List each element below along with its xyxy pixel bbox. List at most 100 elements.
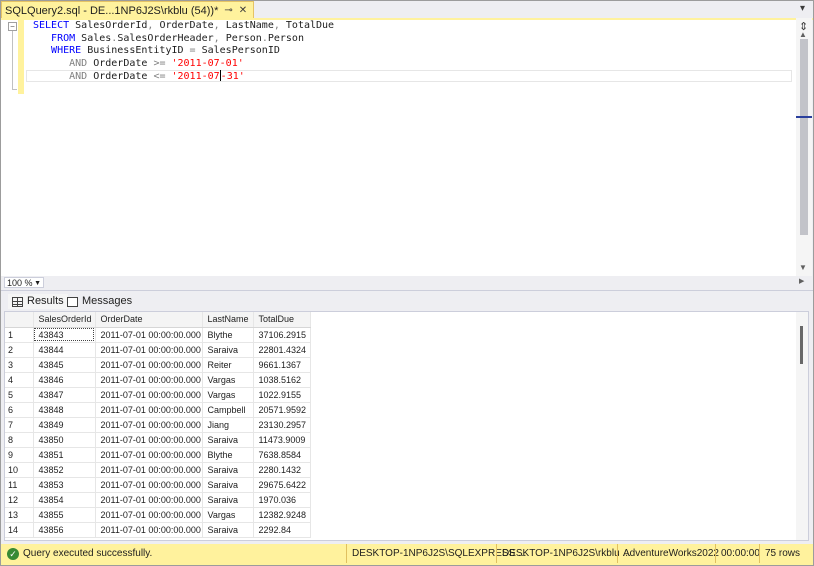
column-header[interactable]: LastName [202, 312, 254, 328]
row-number[interactable]: 6 [5, 402, 34, 418]
column-header[interactable]: OrderDate [95, 312, 203, 328]
table-cell[interactable]: 2011-07-01 00:00:00.000 [95, 342, 203, 358]
row-number[interactable]: 9 [5, 447, 34, 463]
table-cell[interactable]: Reiter [202, 357, 254, 373]
grid-corner-cell[interactable] [5, 312, 34, 328]
table-cell[interactable]: 2011-07-01 00:00:00.000 [95, 327, 203, 343]
editor-vertical-scrollbar[interactable]: ⇕ ▲ ▼ [796, 18, 812, 276]
table-cell[interactable]: 1038.5162 [253, 372, 311, 388]
table-cell[interactable]: Campbell [202, 402, 254, 418]
table-cell[interactable]: 37106.2915 [253, 327, 311, 343]
table-cell[interactable]: 29675.6422 [253, 477, 311, 493]
row-number[interactable]: 8 [5, 432, 34, 448]
collapse-icon[interactable]: − [8, 22, 17, 31]
table-cell[interactable]: 2280.1432 [253, 462, 311, 478]
table-cell[interactable]: Blythe [202, 327, 254, 343]
column-header[interactable]: TotalDue [253, 312, 311, 328]
tab-messages[interactable]: Messages [63, 294, 136, 309]
table-cell[interactable]: 43844 [33, 342, 96, 358]
table-cell[interactable]: 2011-07-01 00:00:00.000 [95, 372, 203, 388]
row-number[interactable]: 4 [5, 372, 34, 388]
table-row[interactable]: 3 43845 2011-07-01 00:00:00.000 Reiter 9661.… [5, 357, 311, 373]
table-row[interactable]: 11 43853 2011-07-01 00:00:00.000 Saraiva 296… [5, 477, 311, 493]
table-cell[interactable]: 2011-07-01 00:00:00.000 [95, 492, 203, 508]
table-row[interactable]: 4 43846 2011-07-01 00:00:00.000 Vargas 1038.… [5, 372, 311, 388]
table-row[interactable]: 9 43851 2011-07-01 00:00:00.000 Blythe 7638.… [5, 447, 311, 463]
table-cell[interactable]: 43847 [33, 387, 96, 403]
code-line[interactable]: SELECT SalesOrderId, OrderDate, LastName… [33, 20, 334, 33]
table-cell[interactable]: 2011-07-01 00:00:00.000 [95, 447, 203, 463]
table-cell[interactable]: Saraiva [202, 342, 254, 358]
table-row[interactable]: 12 43854 2011-07-01 00:00:00.000 Saraiva 197… [5, 492, 311, 508]
tab-results[interactable]: Results [8, 294, 68, 309]
table-cell[interactable]: 43852 [33, 462, 96, 478]
table-cell[interactable]: 2011-07-01 00:00:00.000 [95, 417, 203, 433]
editor-horizontal-scrollbar[interactable] [49, 278, 794, 288]
results-grid[interactable]: SalesOrderId OrderDate LastName TotalDue 14… [4, 311, 809, 541]
table-cell[interactable]: 2011-07-01 00:00:00.000 [95, 507, 203, 523]
table-cell[interactable]: 1970.036 [253, 492, 311, 508]
table-cell[interactable]: Vargas [202, 387, 254, 403]
table-cell[interactable]: 43856 [33, 522, 96, 538]
table-cell[interactable]: 22801.4324 [253, 342, 311, 358]
row-number[interactable]: 13 [5, 507, 34, 523]
row-number[interactable]: 7 [5, 417, 34, 433]
code-line[interactable]: WHERE BusinessEntityID = SalesPersonID [33, 45, 334, 58]
table-cell[interactable]: 43854 [33, 492, 96, 508]
table-row[interactable]: 14 43856 2011-07-01 00:00:00.000 Saraiva 229… [5, 522, 311, 538]
table-cell[interactable]: Vargas [202, 372, 254, 388]
table-cell[interactable]: 2011-07-01 00:00:00.000 [95, 477, 203, 493]
table-cell[interactable]: 43849 [33, 417, 96, 433]
table-cell[interactable]: 43851 [33, 447, 96, 463]
code-line[interactable]: FROM Sales.SalesOrderHeader, Person.Pers… [33, 33, 334, 46]
table-cell[interactable]: 43855 [33, 507, 96, 523]
table-cell[interactable]: 2292.84 [253, 522, 311, 538]
table-row[interactable]: 1 43843 2011-07-01 00:00:00.000 Blythe 37106… [5, 327, 311, 343]
table-cell[interactable]: 43846 [33, 372, 96, 388]
table-cell[interactable]: Saraiva [202, 522, 254, 538]
table-row[interactable]: 6 43848 2011-07-01 00:00:00.000 Campbell 205… [5, 402, 311, 418]
table-row[interactable]: 7 43849 2011-07-01 00:00:00.000 Jiang 23130.… [5, 417, 311, 433]
scroll-thumb[interactable] [800, 39, 808, 235]
row-number[interactable]: 3 [5, 357, 34, 373]
row-number[interactable]: 2 [5, 342, 34, 358]
sql-code[interactable]: SELECT SalesOrderId, OrderDate, LastName… [33, 20, 334, 83]
table-row[interactable]: 13 43855 2011-07-01 00:00:00.000 Vargas 1238… [5, 507, 311, 523]
zoom-select[interactable]: 100 % ▼ [4, 277, 44, 288]
table-cell[interactable]: 20571.9592 [253, 402, 311, 418]
document-tab[interactable]: SQLQuery2.sql - DE...1NP6J2S\rkblu (54))… [1, 1, 255, 19]
row-number[interactable]: 5 [5, 387, 34, 403]
table-cell[interactable]: Vargas [202, 507, 254, 523]
grid-scroll-thumb[interactable] [800, 326, 803, 364]
pin-icon[interactable]: ⊸ [224, 3, 232, 19]
scroll-up-icon[interactable]: ▲ [799, 30, 807, 39]
row-number[interactable]: 1 [5, 327, 34, 343]
scroll-right-icon[interactable]: ▶ [799, 277, 804, 285]
table-cell[interactable]: 2011-07-01 00:00:00.000 [95, 522, 203, 538]
table-cell[interactable]: 2011-07-01 00:00:00.000 [95, 432, 203, 448]
grid-vertical-scrollbar[interactable] [796, 312, 808, 540]
table-cell[interactable]: 2011-07-01 00:00:00.000 [95, 402, 203, 418]
code-line[interactable]: AND OrderDate >= '2011-07-01' [33, 58, 334, 71]
close-icon[interactable]: ✕ [239, 3, 247, 19]
table-cell[interactable]: 43843 [33, 327, 96, 343]
table-cell[interactable]: Blythe [202, 447, 254, 463]
table-cell[interactable]: Saraiva [202, 492, 254, 508]
table-cell[interactable]: 11473.9009 [253, 432, 311, 448]
column-header[interactable]: SalesOrderId [33, 312, 96, 328]
table-cell[interactable]: 43850 [33, 432, 96, 448]
row-number[interactable]: 11 [5, 477, 34, 493]
table-row[interactable]: 8 43850 2011-07-01 00:00:00.000 Saraiva 1147… [5, 432, 311, 448]
table-cell[interactable]: 12382.9248 [253, 507, 311, 523]
query-editor[interactable]: − SELECT SalesOrderId, OrderDate, LastNa… [1, 20, 796, 276]
tab-list-dropdown-icon[interactable]: ▾ [800, 3, 805, 14]
table-cell[interactable]: Jiang [202, 417, 254, 433]
table-cell[interactable]: 43845 [33, 357, 96, 373]
table-cell[interactable]: 43853 [33, 477, 96, 493]
table-cell[interactable]: 23130.2957 [253, 417, 311, 433]
table-cell[interactable]: Saraiva [202, 477, 254, 493]
table-cell[interactable]: 2011-07-01 00:00:00.000 [95, 387, 203, 403]
table-row[interactable]: 10 43852 2011-07-01 00:00:00.000 Saraiva 228… [5, 462, 311, 478]
scroll-down-icon[interactable]: ▼ [799, 263, 807, 272]
table-cell[interactable]: 1022.9155 [253, 387, 311, 403]
